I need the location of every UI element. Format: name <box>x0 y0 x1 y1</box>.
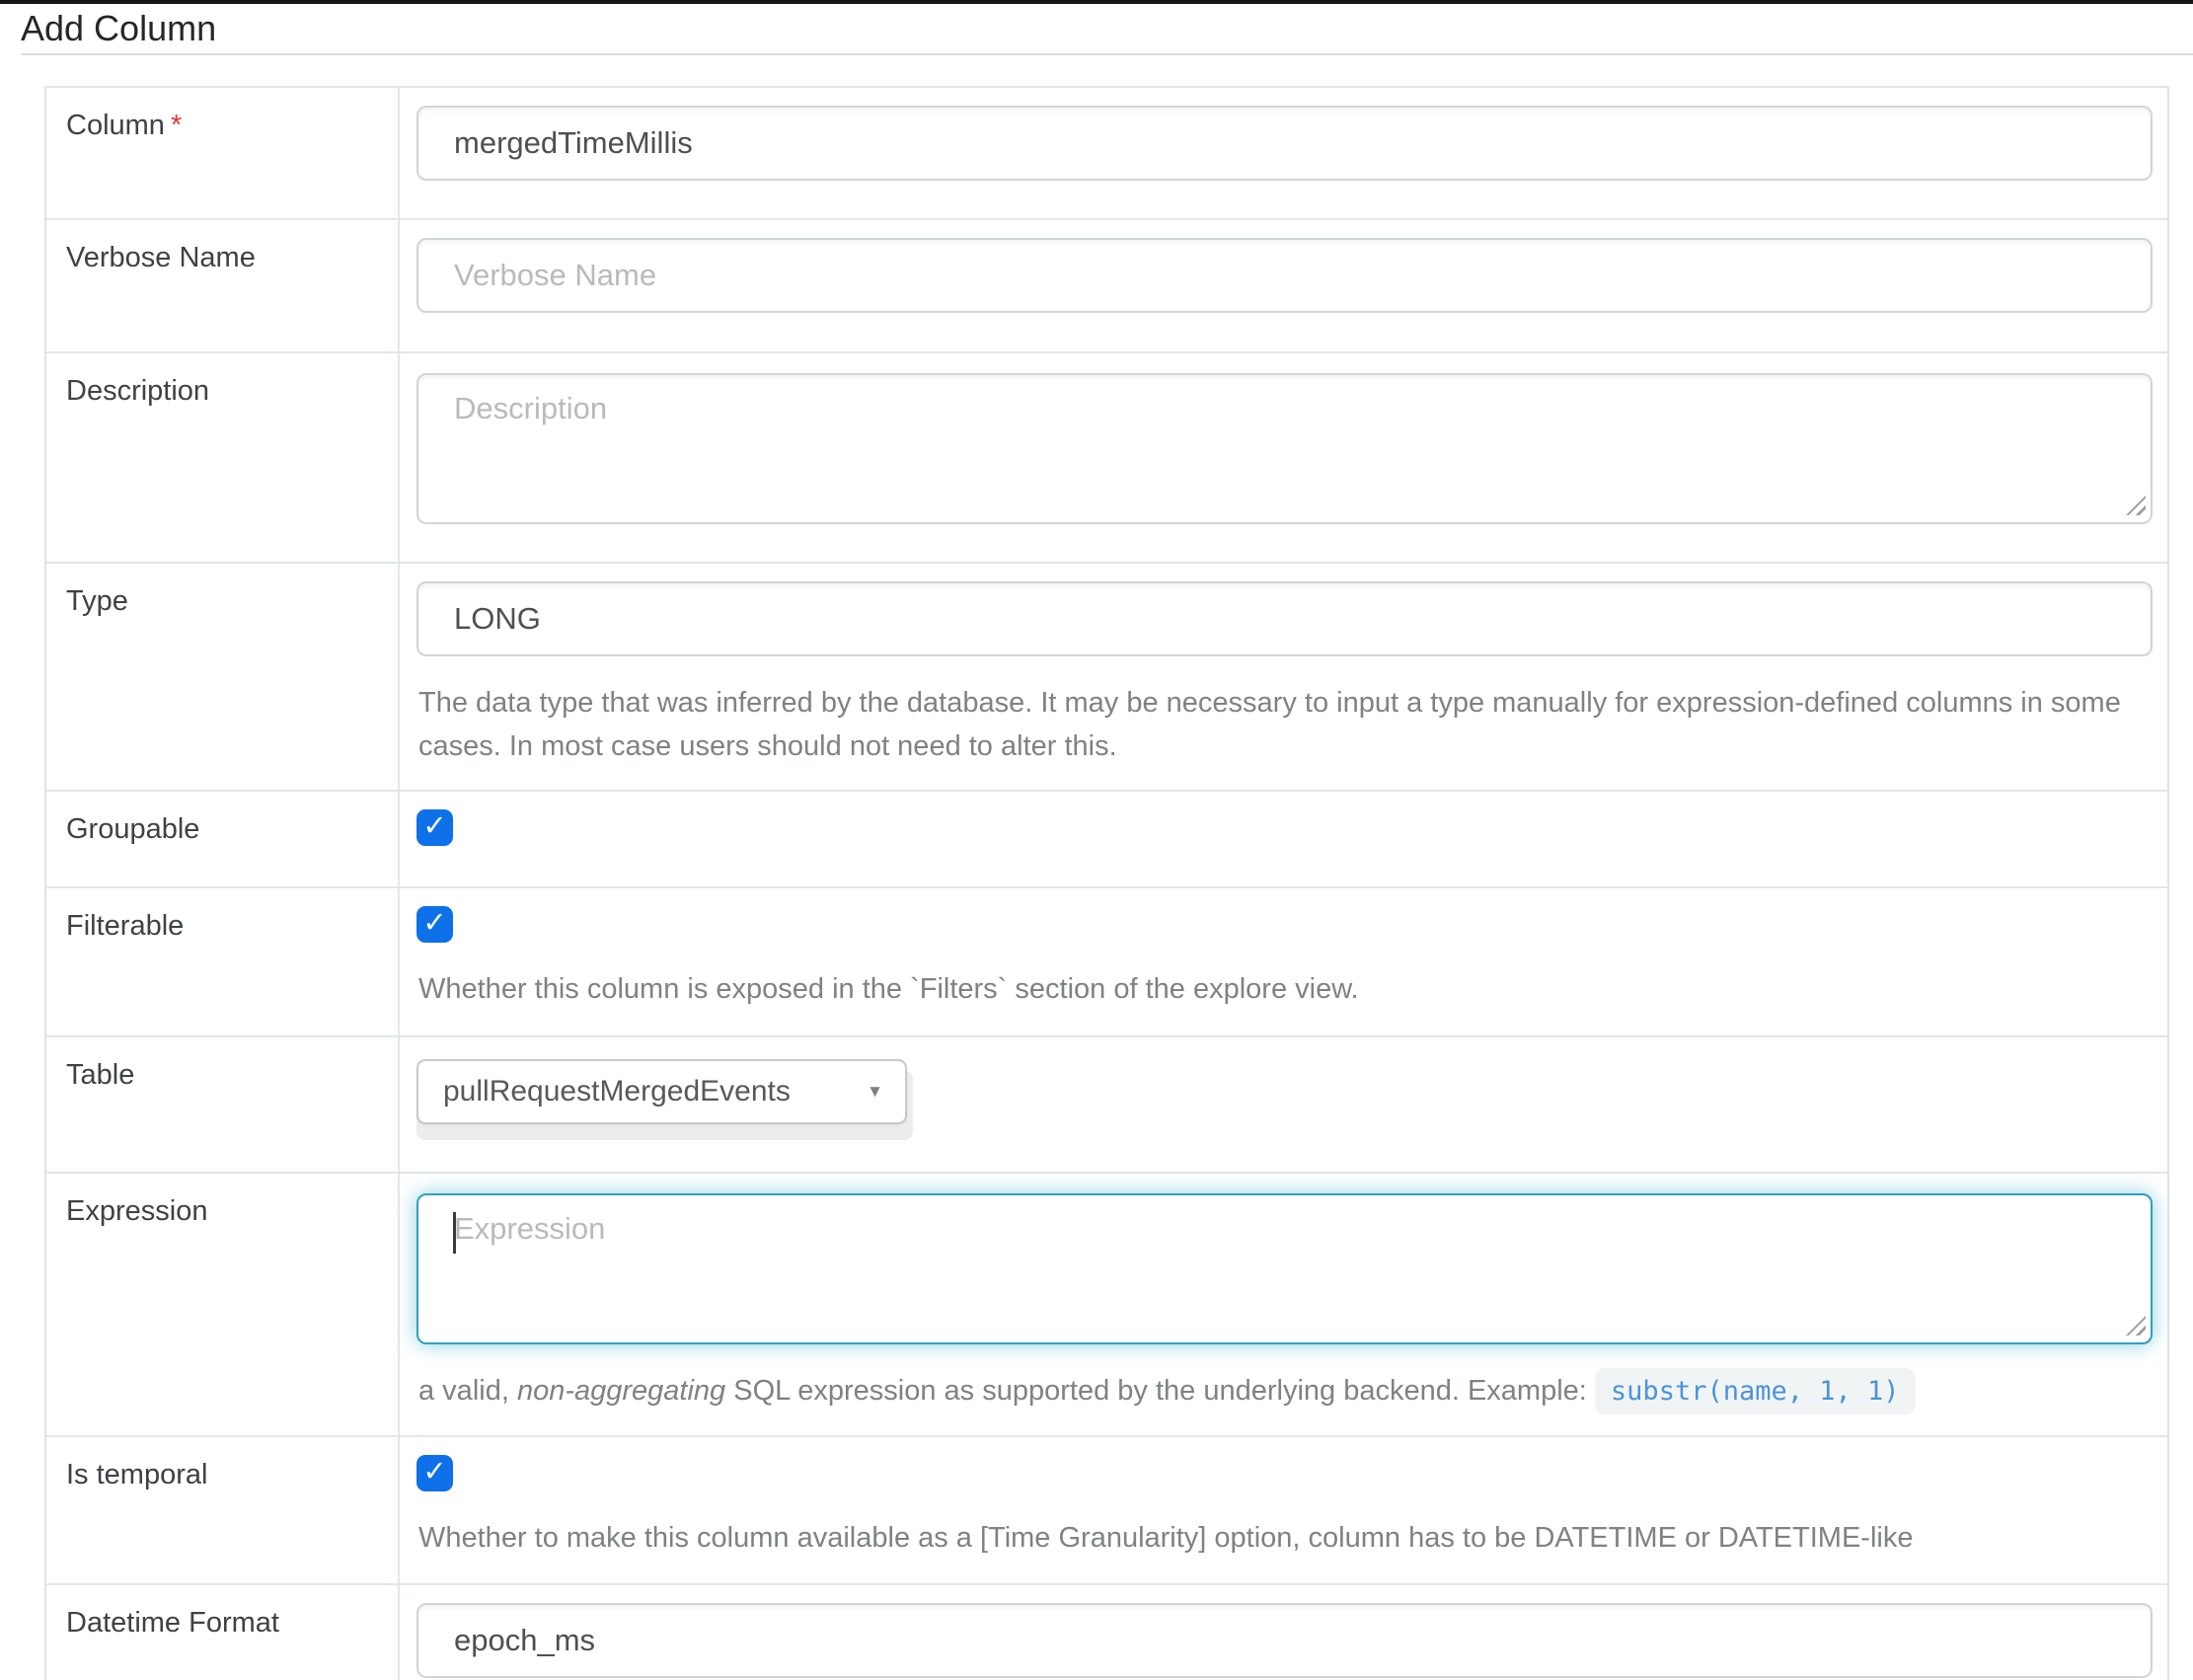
label-text: Verbose Name <box>66 242 256 273</box>
checkmark-icon: ✓ <box>422 812 446 841</box>
chevron-down-icon: ▼ <box>867 1082 883 1102</box>
field-label-column: Column* <box>46 88 400 218</box>
form-row-datetime-format: Datetime Format <box>46 1585 2167 1680</box>
label-text: Is temporal <box>66 1459 207 1490</box>
form-row-filterable: Filterable ✓ Whether this column is expo… <box>46 888 2167 1037</box>
table-select[interactable]: pullRequestMergedEvents ▼ <box>416 1059 907 1124</box>
field-control-is-temporal: ✓ Whether to make this column available … <box>400 1437 2167 1583</box>
label-text: Expression <box>66 1195 207 1227</box>
checkmark-icon: ✓ <box>422 909 446 938</box>
is-temporal-help-text: Whether to make this column available as… <box>418 1516 2153 1560</box>
verbose-name-input[interactable] <box>416 238 2153 313</box>
label-text: Filterable <box>66 910 184 942</box>
description-textarea[interactable] <box>416 373 2153 524</box>
field-label-groupable: Groupable <box>46 792 400 886</box>
type-help-text: The data type that was inferred by the d… <box>418 681 2153 768</box>
expression-help-text: a valid, non-aggregating SQL expression … <box>418 1369 2153 1413</box>
label-text: Table <box>66 1059 134 1091</box>
label-text: Type <box>66 585 128 617</box>
filterable-help-text: Whether this column is exposed in the `F… <box>418 967 2153 1011</box>
label-text: Groupable <box>66 813 199 845</box>
field-control-datetime-format <box>400 1585 2167 1680</box>
help-text-part: a valid, <box>418 1375 517 1407</box>
field-label-table: Table <box>46 1037 400 1172</box>
form-row-is-temporal: Is temporal ✓ Whether to make this colum… <box>46 1437 2167 1585</box>
expression-textarea[interactable] <box>416 1193 2153 1344</box>
sql-example-code: substr(name, 1, 1) <box>1595 1368 1916 1414</box>
field-control-filterable: ✓ Whether this column is exposed in the … <box>400 888 2167 1035</box>
form-row-description: Description <box>46 353 2167 564</box>
column-name-input[interactable] <box>416 106 2153 181</box>
checkmark-icon: ✓ <box>422 1458 446 1487</box>
description-textarea-wrapper <box>416 373 2153 524</box>
help-text-part: SQL expression as supported by the under… <box>725 1375 1595 1407</box>
table-select-box[interactable]: pullRequestMergedEvents ▼ <box>416 1059 907 1124</box>
field-label-filterable: Filterable <box>46 888 400 1035</box>
field-control-expression: a valid, non-aggregating SQL expression … <box>400 1174 2167 1435</box>
filterable-checkbox[interactable]: ✓ <box>416 906 453 943</box>
text-cursor <box>453 1212 456 1254</box>
datetime-format-input[interactable] <box>416 1603 2153 1678</box>
label-text: Column <box>66 110 165 141</box>
field-control-table: pullRequestMergedEvents ▼ <box>400 1037 2167 1172</box>
add-column-form: Column* Verbose Name Description Type Th… <box>44 86 2169 1680</box>
title-rule <box>21 53 2193 55</box>
field-label-expression: Expression <box>46 1174 400 1435</box>
top-divider <box>0 0 2193 4</box>
label-text: Datetime Format <box>66 1607 279 1639</box>
is-temporal-checkbox[interactable]: ✓ <box>416 1455 453 1491</box>
field-label-type: Type <box>46 564 400 790</box>
field-label-verbose-name: Verbose Name <box>46 220 400 351</box>
field-label-is-temporal: Is temporal <box>46 1437 400 1583</box>
field-control-type: The data type that was inferred by the d… <box>400 564 2167 790</box>
table-select-value: pullRequestMergedEvents <box>443 1075 867 1108</box>
groupable-checkbox[interactable]: ✓ <box>416 809 453 846</box>
field-label-description: Description <box>46 353 400 562</box>
page-title: Add Column <box>21 9 2193 48</box>
field-control-groupable: ✓ <box>400 792 2167 886</box>
required-marker: * <box>171 110 182 141</box>
form-row-expression: Expression a valid, non-aggregating SQL … <box>46 1174 2167 1437</box>
field-control-description <box>400 353 2167 562</box>
label-text: Description <box>66 375 209 407</box>
field-control-verbose-name <box>400 220 2167 351</box>
form-row-groupable: Groupable ✓ <box>46 792 2167 888</box>
form-row-column: Column* <box>46 88 2167 220</box>
field-control-column <box>400 88 2167 218</box>
field-label-datetime-format: Datetime Format <box>46 1585 400 1680</box>
help-text-emphasis: non-aggregating <box>517 1375 725 1407</box>
form-row-table: Table pullRequestMergedEvents ▼ <box>46 1037 2167 1174</box>
form-row-verbose-name: Verbose Name <box>46 220 2167 353</box>
expression-textarea-wrapper <box>416 1193 2153 1344</box>
form-row-type: Type The data type that was inferred by … <box>46 564 2167 792</box>
type-input[interactable] <box>416 581 2153 656</box>
